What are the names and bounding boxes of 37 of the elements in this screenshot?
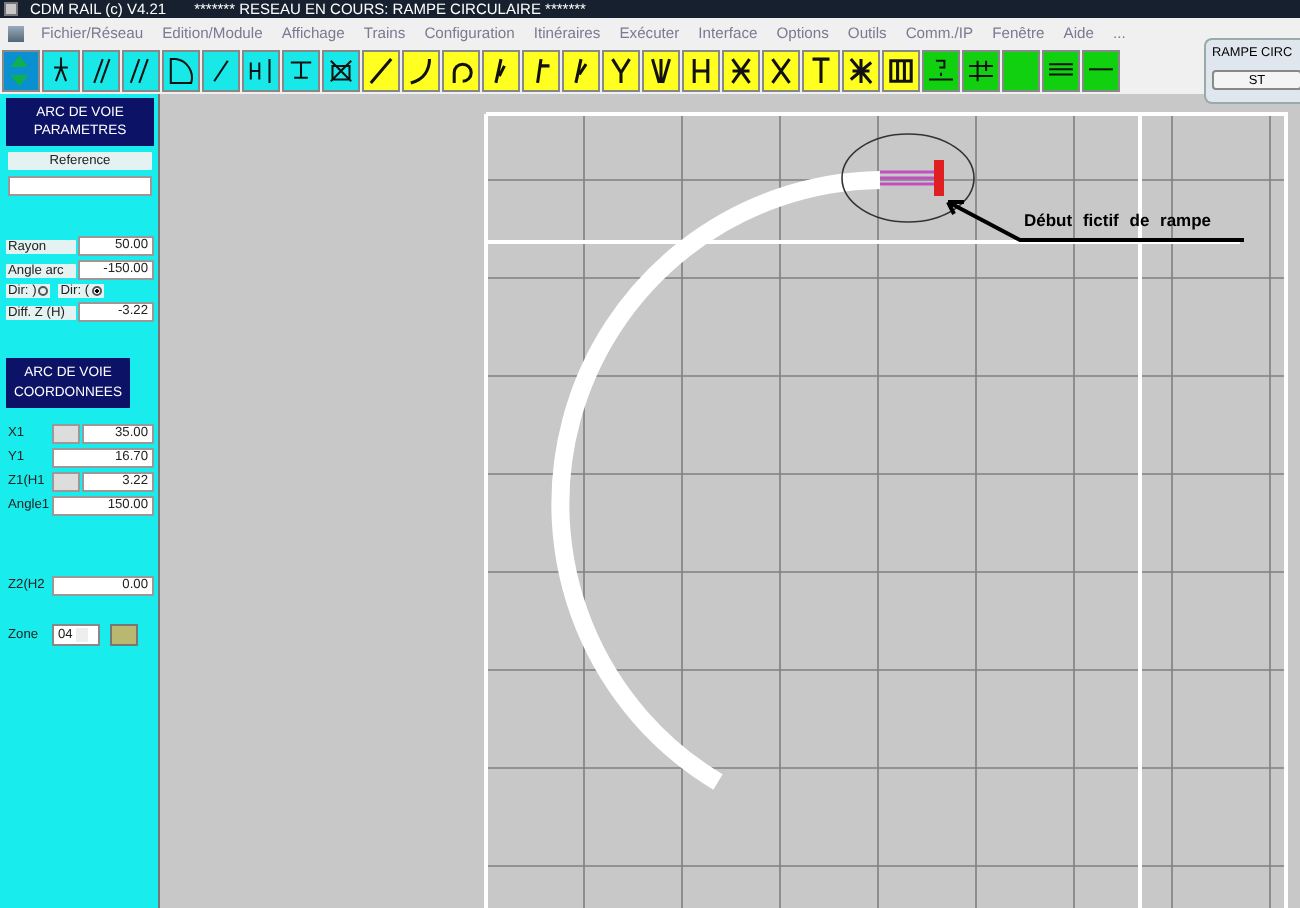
tool-tool-icon[interactable] bbox=[162, 50, 200, 92]
ramp-start-marker bbox=[878, 160, 944, 196]
track-tool-icon[interactable] bbox=[722, 50, 760, 92]
tool-tool-icon[interactable] bbox=[122, 50, 160, 92]
track-tool-icon[interactable] bbox=[562, 50, 600, 92]
track-tool-icon[interactable] bbox=[402, 50, 440, 92]
tool-tool-icon[interactable] bbox=[282, 50, 320, 92]
unit-box bbox=[52, 471, 80, 492]
tool-tool-icon[interactable] bbox=[82, 50, 120, 92]
track-tool-icon[interactable] bbox=[362, 50, 400, 92]
annotation-text: Début fictif de rampe bbox=[1024, 210, 1212, 230]
track-tool-icon[interactable] bbox=[682, 50, 720, 92]
track-tool-icon[interactable] bbox=[882, 50, 920, 92]
tool-tool-icon[interactable] bbox=[42, 50, 80, 92]
menu-icon[interactable] bbox=[8, 25, 24, 41]
highlight-ellipse bbox=[841, 133, 975, 223]
track-tool-icon[interactable] bbox=[482, 50, 520, 92]
tool-tool-icon[interactable] bbox=[242, 50, 280, 92]
track-tool-icon[interactable] bbox=[442, 50, 480, 92]
track-tool-icon[interactable] bbox=[802, 50, 840, 92]
small-button[interactable] bbox=[110, 623, 138, 646]
unit-box bbox=[52, 423, 80, 444]
signal-tool-icon[interactable] bbox=[1082, 50, 1120, 92]
track-tool-icon[interactable] bbox=[842, 50, 880, 92]
track-tool-icon[interactable] bbox=[762, 50, 800, 92]
track-tool-icon[interactable] bbox=[642, 50, 680, 92]
radio-button[interactable] bbox=[38, 286, 49, 297]
track-tool-icon[interactable] bbox=[522, 50, 560, 92]
signal-tool-icon[interactable] bbox=[962, 50, 1000, 92]
signal-tool-icon[interactable] bbox=[922, 50, 960, 92]
radio-button[interactable] bbox=[91, 286, 102, 297]
signal-tool-icon[interactable] bbox=[1042, 50, 1080, 92]
tool-tool-icon[interactable] bbox=[322, 50, 360, 92]
reference-field[interactable] bbox=[8, 176, 152, 197]
track-tool-icon[interactable] bbox=[602, 50, 640, 92]
app-icon bbox=[4, 2, 18, 16]
tool-tool-icon[interactable] bbox=[202, 50, 240, 92]
